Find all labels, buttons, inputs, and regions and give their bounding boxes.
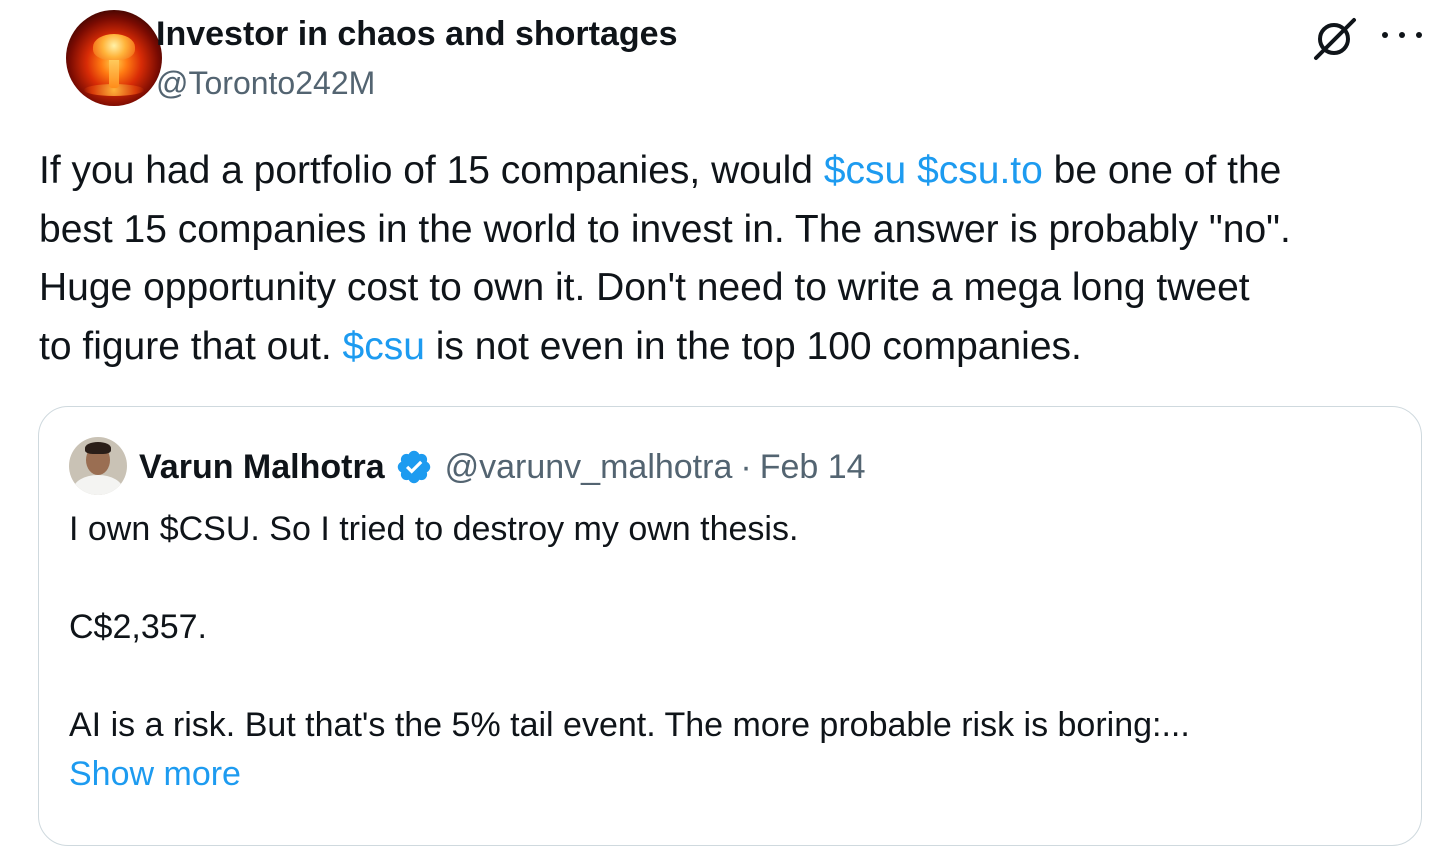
tweet-line-3: Huge opportunity cost to own it. Don't n… — [39, 266, 1250, 309]
quoted-author-handle[interactable]: @varunv_malhotra — [445, 448, 733, 487]
tweet-space — [906, 149, 917, 192]
header-separator: · — [740, 447, 752, 486]
avatar-hair — [85, 442, 111, 454]
more-dot — [1399, 32, 1405, 38]
quoted-body-line-3: AI is a risk. But that's the 5% tail eve… — [69, 706, 1190, 744]
quoted-body-line-1: I own $CSU. So I tried to destroy my own… — [69, 510, 799, 548]
author-handle[interactable]: @Toronto242M — [156, 64, 375, 102]
author-avatar[interactable] — [66, 10, 162, 106]
quoted-tweet-date[interactable]: Feb 14 — [760, 448, 866, 487]
quoted-tweet-card[interactable]: Varun Malhotra @varunv_malhotra · Feb 14… — [38, 406, 1422, 846]
author-display-name[interactable]: Investor in chaos and shortages — [156, 14, 677, 54]
quoted-author-avatar[interactable] — [69, 437, 127, 495]
tweet-line-4-text: to figure that out. — [39, 324, 343, 368]
tweet-line-2: best 15 companies in the world to invest… — [39, 207, 1291, 251]
tweet-line-1: If you had a portfolio of 15 companies, … — [39, 142, 1439, 201]
tweet-line-4: to figure that out. $csu is not even in … — [39, 318, 1439, 377]
quoted-body-line-2: C$2,357. — [69, 608, 207, 646]
verified-badge-icon — [397, 450, 430, 484]
avatar-cloud-cap — [93, 34, 135, 60]
avatar-shirt — [73, 475, 123, 495]
quoted-tweet-body: I own $CSU. So I tried to destroy my own… — [69, 505, 1389, 799]
tweet-line-1-tail: be one of the — [1042, 149, 1282, 192]
cashtag-link-csu[interactable]: $csu — [824, 149, 906, 192]
show-more-link[interactable]: Show more — [69, 750, 1389, 799]
tweet-text: If you had a portfolio of 15 companies, … — [39, 142, 1439, 376]
more-dot — [1382, 32, 1388, 38]
grok-icon[interactable] — [1310, 14, 1360, 62]
cashtag-link-csu-to[interactable]: $csu.to — [917, 149, 1043, 192]
tweet-line-1-text: If you had a portfolio of 15 companies, … — [39, 149, 824, 192]
quoted-tweet-header: Varun Malhotra @varunv_malhotra · Feb 14 — [139, 445, 866, 489]
more-options-icon[interactable] — [1382, 18, 1422, 52]
more-dot — [1416, 32, 1422, 38]
cashtag-link-csu-2[interactable]: $csu — [343, 325, 425, 368]
quoted-author-name[interactable]: Varun Malhotra — [139, 448, 385, 487]
tweet-line-4-tail: is not even in the top 100 companies. — [424, 324, 1082, 368]
